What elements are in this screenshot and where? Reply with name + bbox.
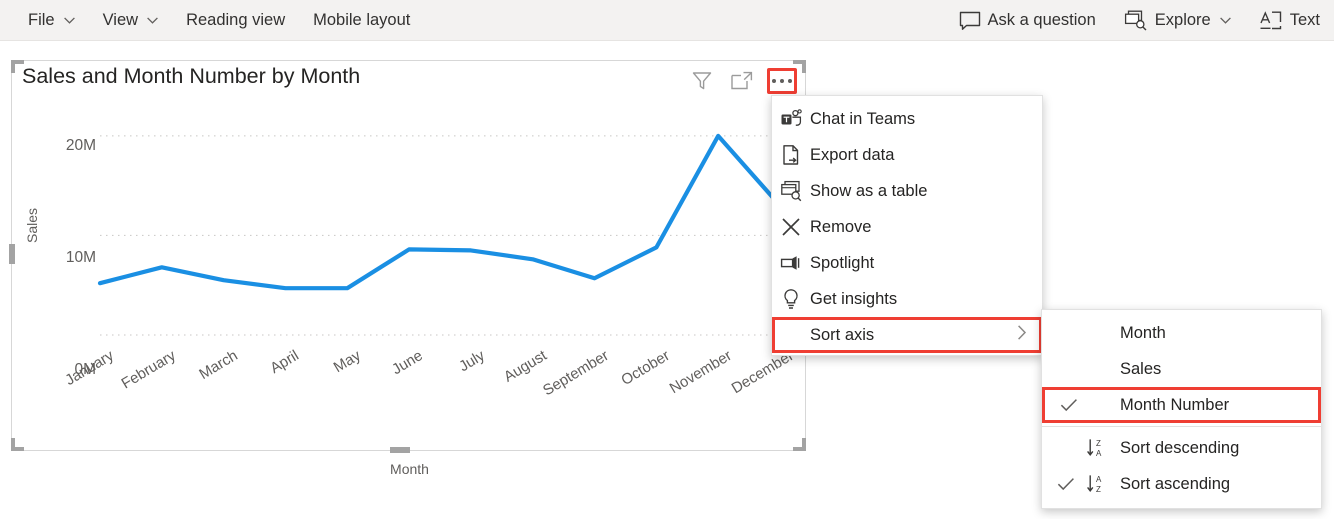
lightbulb-icon bbox=[780, 288, 802, 310]
sort-submenu-item-label: Sales bbox=[1120, 359, 1162, 378]
context-menu-item[interactable]: Spotlight bbox=[772, 245, 1042, 281]
context-menu-item-label: Get insights bbox=[810, 289, 898, 308]
text-box-label: Text bbox=[1289, 11, 1320, 30]
context-menu-item-label: Sort axis bbox=[810, 325, 875, 344]
check-icon bbox=[1059, 395, 1079, 415]
export-data-icon bbox=[780, 144, 802, 166]
context-menu-item-label: Export data bbox=[810, 145, 895, 164]
context-menu-item[interactable]: Get insights bbox=[772, 281, 1042, 317]
explore-button[interactable]: Explore bbox=[1110, 0, 1245, 41]
line-chart-visual[interactable]: Sales and Month Number by Month Sales 20… bbox=[9, 60, 807, 477]
visual-header-icons bbox=[687, 68, 797, 94]
sort-submenu-item[interactable]: Sales bbox=[1042, 351, 1321, 387]
context-menu-item[interactable]: Show as a table bbox=[772, 173, 1042, 209]
menu-view[interactable]: View bbox=[89, 0, 172, 41]
sort-descending-icon: ZA bbox=[1086, 437, 1108, 459]
explore-icon bbox=[1124, 10, 1148, 31]
chevron-down-icon bbox=[63, 16, 75, 24]
spotlight-icon bbox=[780, 252, 802, 274]
resize-handle-top-right[interactable] bbox=[793, 60, 806, 73]
context-menu-item-label: Show as a table bbox=[810, 181, 928, 200]
resize-handle-bottom[interactable] bbox=[390, 447, 410, 453]
sort-submenu-item[interactable]: A Z Sort ascending bbox=[1042, 466, 1321, 502]
ask-a-question-button[interactable]: Ask a question bbox=[945, 0, 1110, 41]
menu-mobile-layout[interactable]: Mobile layout bbox=[299, 0, 424, 41]
svg-text:Z: Z bbox=[1096, 485, 1101, 494]
text-box-button[interactable]: Text bbox=[1245, 0, 1334, 41]
menu-mobile-layout-label: Mobile layout bbox=[313, 10, 411, 29]
sort-ascending-icon: AZ bbox=[1086, 473, 1108, 495]
line-series-svg bbox=[97, 133, 783, 336]
sort-submenu-item-label: Sort descending bbox=[1120, 438, 1240, 457]
context-menu-item-label: Spotlight bbox=[810, 253, 875, 272]
chart-plot-area: Sales 20M 10M 0M January February March Apr… bbox=[12, 93, 807, 477]
check-icon bbox=[1056, 474, 1076, 494]
resize-handle-top-left[interactable] bbox=[11, 60, 24, 73]
resize-handle-bottom-left[interactable] bbox=[11, 438, 24, 451]
sort-submenu-item-label: Month bbox=[1120, 323, 1166, 342]
resize-handle-bottom-right[interactable] bbox=[793, 438, 806, 451]
remove-x-icon bbox=[780, 216, 802, 238]
svg-text:A: A bbox=[1096, 475, 1102, 484]
svg-text:A: A bbox=[1096, 449, 1102, 458]
menu-reading-view-label: Reading view bbox=[186, 10, 286, 29]
menu-view-label: View bbox=[102, 10, 139, 29]
ask-a-question-label: Ask a question bbox=[987, 11, 1096, 30]
teams-icon bbox=[780, 108, 802, 130]
chevron-right-icon bbox=[1017, 325, 1027, 346]
ellipsis-dots bbox=[772, 79, 792, 83]
visual-title: Sales and Month Number by Month bbox=[22, 64, 361, 88]
menu-file[interactable]: File bbox=[14, 0, 89, 41]
ribbon-right-group: Ask a question Explore Text bbox=[945, 0, 1334, 41]
chevron-down-icon bbox=[1219, 17, 1231, 24]
chevron-down-icon bbox=[147, 16, 158, 24]
svg-text:Z: Z bbox=[1096, 439, 1101, 448]
focus-mode-icon[interactable] bbox=[727, 68, 757, 94]
top-ribbon: File View Reading view Mobile layout Ask… bbox=[0, 0, 1334, 41]
ribbon-left-group: File View Reading view Mobile layout bbox=[0, 0, 424, 41]
menu-reading-view[interactable]: Reading view bbox=[172, 0, 299, 41]
sort-submenu-item[interactable]: Z A Sort descending bbox=[1042, 430, 1321, 466]
context-menu-item[interactable]: Export data bbox=[772, 137, 1042, 173]
sort-submenu-item[interactable]: Month bbox=[1042, 315, 1321, 351]
resize-handle-left[interactable] bbox=[9, 244, 15, 264]
menu-file-label: File bbox=[28, 10, 55, 29]
context-menu-item-label: Chat in Teams bbox=[810, 109, 916, 128]
chat-bubble-icon bbox=[959, 11, 981, 31]
context-menu-item[interactable]: Chat in Teams bbox=[772, 101, 1042, 137]
context-menu-item[interactable]: Remove bbox=[772, 209, 1042, 245]
powerbi-report-page: File View Reading view Mobile layout Ask… bbox=[0, 0, 1334, 519]
filter-icon[interactable] bbox=[687, 68, 717, 94]
sort-axis-submenu[interactable]: Month Sales Month Number Z A Sort descending A… bbox=[1041, 309, 1322, 509]
sort-submenu-item-label: Month Number bbox=[1120, 395, 1230, 414]
submenu-divider bbox=[1042, 426, 1321, 427]
sort-submenu-item[interactable]: Month Number bbox=[1042, 387, 1321, 423]
explore-label: Explore bbox=[1154, 11, 1211, 30]
sort-submenu-item-label: Sort ascending bbox=[1120, 474, 1231, 493]
x-axis-title: Month bbox=[390, 461, 429, 477]
show-as-table-icon bbox=[780, 180, 802, 202]
text-box-icon bbox=[1259, 10, 1283, 31]
context-menu-item-label: Remove bbox=[810, 217, 872, 236]
context-menu-item[interactable]: Sort axis bbox=[772, 317, 1042, 353]
visual-context-menu[interactable]: Chat in Teams Export data Show as a table R… bbox=[771, 95, 1043, 356]
